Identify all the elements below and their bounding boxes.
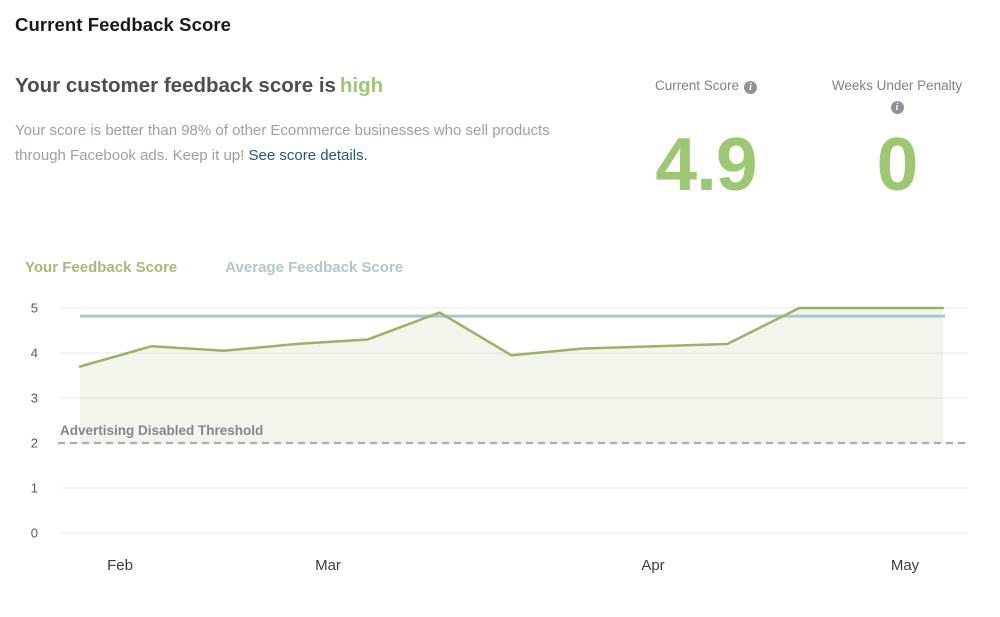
score-description-line2: through Facebook ads. Keep it up! <box>15 146 245 164</box>
current-score-label-text: Current Score <box>654 78 740 93</box>
y-axis-tick-label: 4 <box>31 346 38 361</box>
score-heading-highlight: high <box>339 74 384 97</box>
current-score-label: Current Score i <box>606 77 806 94</box>
chart-legend: Your Feedback Score Average Feedback Scor… <box>25 259 451 276</box>
current-score-value: 4.9 <box>655 122 757 206</box>
weeks-under-penalty-label: Weeks Under Penalty i <box>797 77 997 114</box>
legend-average-feedback-score[interactable]: Average Feedback Score <box>225 259 403 276</box>
weeks-under-penalty-label-text: Weeks Under Penalty <box>831 78 963 93</box>
score-heading: Your customer feedback score is high <box>15 74 383 98</box>
score-heading-text: Your customer feedback score is <box>15 74 336 97</box>
y-axis-tick-label: 1 <box>31 481 38 496</box>
score-description-line1: Your score is better than 98% of other E… <box>15 122 550 139</box>
page-title: Current Feedback Score <box>15 14 232 35</box>
y-axis-tick-label: 3 <box>31 391 38 406</box>
feedback-score-page: Current Feedback Score Your customer fee… <box>0 0 1000 617</box>
advertising-disabled-threshold-label: Advertising Disabled Threshold <box>60 423 263 438</box>
x-axis-month-label: Apr <box>641 557 664 574</box>
y-axis-tick-label: 5 <box>31 301 38 316</box>
info-icon[interactable]: i <box>890 101 904 114</box>
feedback-score-chart: 5 4 3 2 1 0 Advertising Disabled Threshold Feb M… <box>31 301 968 574</box>
info-icon[interactable]: i <box>744 81 758 94</box>
weeks-under-penalty-icon-row: i <box>797 97 997 114</box>
x-axis-month-label: Mar <box>315 557 341 574</box>
y-axis-tick-label: 2 <box>31 436 38 451</box>
weeks-under-penalty-stat: Weeks Under Penalty i 0 <box>797 77 997 207</box>
current-score-stat: Current Score i 4.9 <box>606 77 806 207</box>
score-description: Your score is better than 98% of other E… <box>15 119 655 168</box>
weeks-under-penalty-value: 0 <box>876 122 919 206</box>
y-axis-tick-label: 0 <box>31 526 38 541</box>
legend-your-feedback-score[interactable]: Your Feedback Score <box>25 259 177 276</box>
x-axis-month-label: Feb <box>107 557 133 574</box>
see-score-details-link[interactable]: See score details. <box>249 147 368 164</box>
x-axis-month-label: May <box>891 557 920 574</box>
